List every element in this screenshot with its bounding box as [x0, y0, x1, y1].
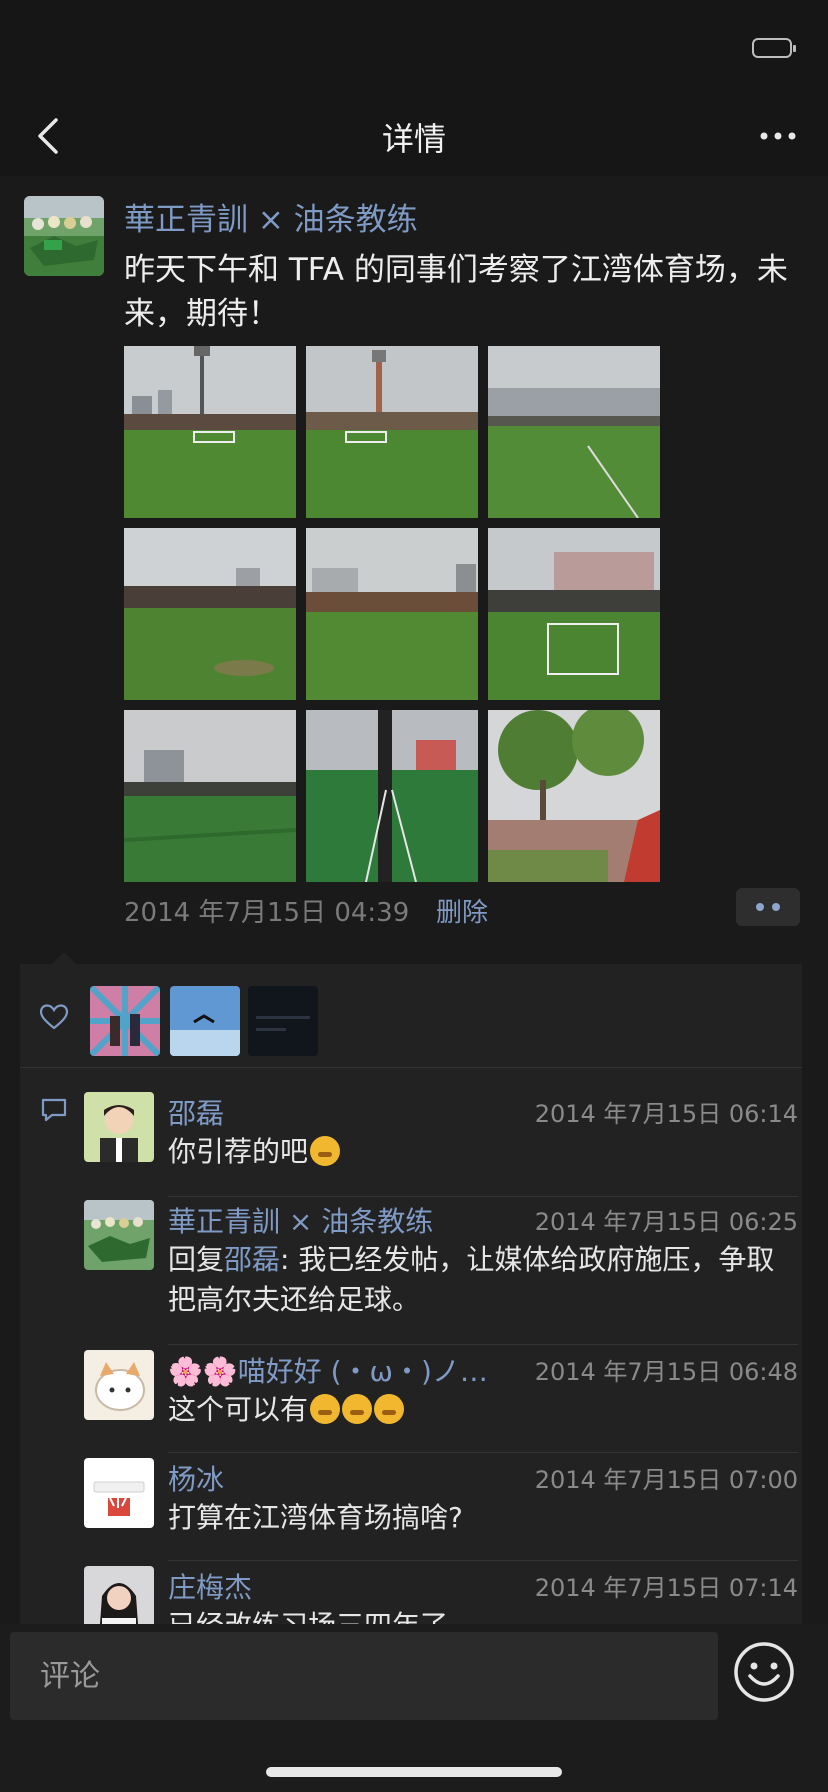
photo-thumbnail[interactable]	[488, 528, 660, 700]
photo-thumbnail[interactable]	[306, 710, 478, 882]
comment-bubble-icon	[40, 1096, 68, 1124]
commenter-avatar[interactable]	[84, 1200, 154, 1270]
comment-item[interactable]: 庄梅杰 2014 年7月15日 07:14 已经改练习场三四年了	[84, 1560, 798, 1624]
post-timestamp: 2014 年7月15日 04:39	[124, 898, 410, 928]
commenter-name[interactable]: 庄梅杰	[168, 1566, 252, 1606]
photo-thumbnail[interactable]	[124, 710, 296, 882]
commenter-name[interactable]: 邵磊	[168, 1092, 224, 1132]
more-options-icon[interactable]	[756, 114, 800, 158]
liker-avatar[interactable]	[90, 986, 160, 1056]
commenter-avatar[interactable]	[84, 1566, 154, 1624]
comment-text: 你引荐的吧	[168, 1132, 798, 1172]
liker-avatar[interactable]	[170, 986, 240, 1056]
photo-thumbnail[interactable]	[488, 710, 660, 882]
commenter-avatar[interactable]	[84, 1458, 154, 1528]
home-indicator[interactable]	[266, 1767, 562, 1777]
comment-timestamp: 2014 年7月15日 07:00	[534, 1466, 798, 1494]
post-detail: 華正青訓 × 油条教练 昨天下午和 TFA 的同事们考察了江湾体育场，未来，期待…	[0, 176, 828, 1624]
poster-name[interactable]: 華正青訓 × 油条教练	[124, 194, 418, 239]
reply-target-name[interactable]: 邵磊	[224, 1243, 280, 1276]
dot-icon	[756, 903, 764, 911]
thinking-face-icon	[310, 1136, 341, 1166]
dot-icon	[772, 903, 780, 911]
comment-text: 这个可以有	[168, 1390, 798, 1430]
photo-thumbnail[interactable]	[306, 346, 478, 518]
comment-input[interactable]	[10, 1632, 718, 1720]
post-text: 昨天下午和 TFA 的同事们考察了江湾体育场，未来，期待！	[124, 252, 788, 332]
comment-timestamp: 2014 年7月15日 06:48	[534, 1358, 798, 1386]
comment-divider	[168, 1196, 798, 1197]
heart-icon	[39, 1004, 69, 1030]
likes-row	[20, 964, 802, 1068]
photo-thumbnail[interactable]	[488, 346, 660, 518]
comment-text: 已经改练习场三四年了	[168, 1606, 798, 1624]
photo-grid	[124, 346, 660, 882]
comment-item[interactable]: 杨冰 2014 年7月15日 07:00 打算在江湾体育场搞啥?	[84, 1452, 798, 1562]
battery-icon	[752, 38, 796, 58]
commenter-avatar[interactable]	[84, 1092, 154, 1162]
page-title: 详情	[381, 120, 446, 158]
delete-link[interactable]: 删除	[436, 892, 488, 929]
comment-text: 回复邵磊: 我已经发帖，让媒体给政府施压，争取把高尔夫还给足球。	[168, 1243, 775, 1316]
comment-item[interactable]: 華正青訓 × 油条教练 2014 年7月15日 06:25 回复邵磊: 我已经发…	[84, 1196, 798, 1344]
comment-timestamp: 2014 年7月15日 06:25	[534, 1208, 798, 1236]
panel-caret	[52, 952, 76, 964]
photo-thumbnail[interactable]	[124, 346, 296, 518]
status-bar	[0, 0, 828, 96]
comment-item[interactable]: 🌸🌸喵好好 (・ω・)ノ… 2014 年7月15日 06:48 这个可以有	[84, 1344, 798, 1454]
comment-divider	[168, 1452, 798, 1453]
comment-timestamp: 2014 年7月15日 07:14	[534, 1574, 798, 1602]
comment-divider	[168, 1560, 798, 1561]
photo-thumbnail[interactable]	[124, 528, 296, 700]
nav-bar: 详情	[0, 96, 828, 176]
commenter-avatar[interactable]	[84, 1350, 154, 1420]
hand-over-mouth-face-icon	[342, 1394, 373, 1424]
comment-item[interactable]: 邵磊 2014 年7月15日 06:14 你引荐的吧	[84, 1092, 798, 1196]
comment-timestamp: 2014 年7月15日 06:14	[534, 1100, 798, 1128]
comment-divider	[168, 1344, 798, 1345]
hand-over-mouth-face-icon	[310, 1394, 341, 1424]
post-actions-button[interactable]	[736, 888, 800, 926]
commenter-name[interactable]: 杨冰	[168, 1458, 224, 1498]
liker-avatar[interactable]	[248, 986, 318, 1056]
hand-over-mouth-face-icon	[374, 1394, 405, 1424]
photo-thumbnail[interactable]	[306, 528, 478, 700]
commenter-name[interactable]: 華正青訓 × 油条教练	[168, 1200, 433, 1240]
interaction-panel: 邵磊 2014 年7月15日 06:14 你引荐的吧 華正青訓 × 油条教练 2…	[20, 952, 802, 1624]
avatar[interactable]	[24, 196, 104, 276]
comment-text: 打算在江湾体育场搞啥?	[168, 1501, 463, 1534]
emoji-icon[interactable]	[732, 1640, 796, 1704]
comment-composer	[0, 1624, 828, 1792]
commenter-name[interactable]: 🌸🌸喵好好 (・ω・)ノ…	[168, 1350, 488, 1390]
